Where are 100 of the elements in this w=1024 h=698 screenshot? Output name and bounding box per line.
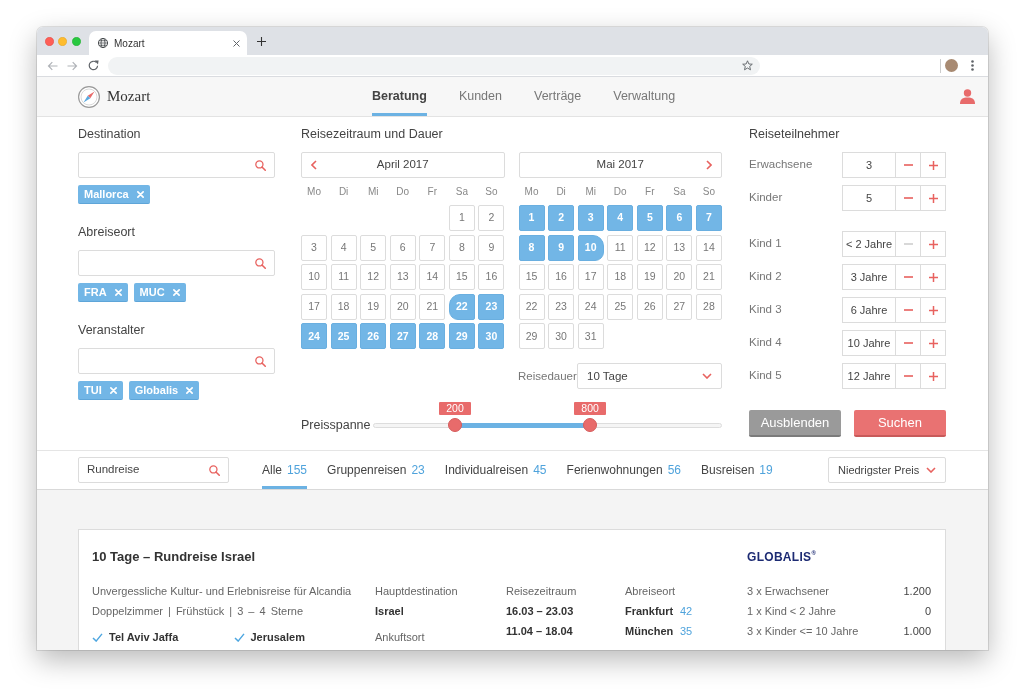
search-field[interactable]: [78, 152, 275, 178]
browser-tab[interactable]: Mozart: [89, 31, 247, 55]
chevron-left-icon[interactable]: [311, 160, 317, 170]
count-field[interactable]: < 2 Jahre: [842, 231, 896, 257]
increment-button[interactable]: [921, 363, 946, 389]
decrement-button[interactable]: [896, 264, 921, 290]
calendar-day[interactable]: 24: [577, 293, 604, 320]
calendar-day[interactable]: 27: [666, 293, 693, 320]
departure-count[interactable]: 35: [680, 625, 693, 637]
remove-icon[interactable]: [172, 288, 180, 296]
close-icon[interactable]: [233, 39, 240, 47]
calendar-day[interactable]: 26: [636, 293, 663, 320]
decrement-button[interactable]: [896, 363, 921, 389]
category-tab[interactable]: Gruppenreisen 23: [327, 451, 425, 489]
decrement-button[interactable]: [896, 185, 921, 211]
duration-select[interactable]: 10 Tage: [577, 363, 722, 390]
nav-tab[interactable]: Beratung: [372, 77, 427, 116]
calendar-day[interactable]: 17: [577, 264, 604, 291]
search-button[interactable]: Suchen: [854, 410, 946, 437]
category-tab[interactable]: Individualreisen 45: [444, 451, 547, 489]
count-field[interactable]: 6 Jahre: [842, 297, 896, 323]
hide-button[interactable]: Ausblenden: [749, 410, 841, 437]
calendar-day[interactable]: 6: [389, 234, 416, 261]
count-field[interactable]: 3: [842, 152, 896, 178]
increment-button[interactable]: [921, 264, 946, 290]
calendar-day[interactable]: 23: [548, 293, 575, 320]
calendar-day[interactable]: 8: [448, 234, 475, 261]
slider-thumb[interactable]: [448, 418, 462, 433]
calendar-day[interactable]: 14: [419, 264, 446, 291]
forward-icon[interactable]: [66, 60, 78, 71]
calendar-day[interactable]: 4: [330, 234, 357, 261]
count-field[interactable]: 12 Jahre: [842, 363, 896, 389]
slider-thumb[interactable]: [583, 418, 598, 433]
increment-button[interactable]: [921, 231, 946, 257]
increment-button[interactable]: [921, 297, 946, 323]
calendar-day[interactable]: 12: [360, 264, 387, 291]
reload-icon[interactable]: [87, 60, 99, 71]
search-field[interactable]: [78, 250, 275, 276]
count-field[interactable]: 5: [842, 185, 896, 211]
calendar-day[interactable]: 13: [389, 264, 416, 291]
calendar-day[interactable]: 14: [695, 234, 722, 261]
calendar-day[interactable]: 28: [695, 293, 722, 320]
calendar-day[interactable]: 5: [360, 234, 387, 261]
calendar-day[interactable]: 20: [389, 293, 416, 320]
calendar-day[interactable]: 31: [577, 323, 604, 350]
search-icon[interactable]: [209, 464, 220, 476]
window-maximize-icon[interactable]: [71, 36, 81, 46]
calendar-day[interactable]: 11: [607, 234, 634, 261]
calendar-day[interactable]: 21: [419, 293, 446, 320]
decrement-button[interactable]: [896, 330, 921, 356]
calendar-day[interactable]: 3: [301, 234, 328, 261]
bookmark-star-icon[interactable]: [742, 60, 753, 71]
search-field[interactable]: Rundreise: [78, 457, 229, 483]
calendar-day[interactable]: 18: [607, 264, 634, 291]
nav-tab[interactable]: Verträge: [534, 77, 582, 116]
calendar-day[interactable]: 2: [478, 205, 505, 231]
calendar-day[interactable]: 29: [518, 323, 545, 350]
calendar-day[interactable]: 20: [666, 264, 693, 291]
calendar-day[interactable]: 13: [666, 234, 693, 261]
calendar-day[interactable]: 15: [518, 264, 545, 291]
remove-icon[interactable]: [186, 386, 194, 394]
search-icon[interactable]: [255, 257, 266, 269]
more-menu-icon[interactable]: [970, 60, 974, 71]
calendar-day[interactable]: 22: [518, 293, 545, 320]
departure-count[interactable]: 42: [680, 605, 693, 617]
search-field[interactable]: [78, 348, 275, 374]
count-field[interactable]: 10 Jahre: [842, 330, 896, 356]
nav-tab[interactable]: Kunden: [458, 77, 502, 116]
calendar-day[interactable]: 15: [448, 264, 475, 291]
decrement-button[interactable]: [896, 297, 921, 323]
sort-select[interactable]: Niedrigster Preis: [828, 457, 946, 483]
address-field[interactable]: [108, 56, 760, 75]
new-tab-icon[interactable]: [257, 36, 266, 46]
calendar-day[interactable]: 16: [478, 264, 505, 291]
profile-avatar-icon[interactable]: [944, 59, 958, 72]
calendar-day[interactable]: 17: [301, 293, 328, 320]
calendar-day[interactable]: 11: [330, 264, 357, 291]
remove-icon[interactable]: [109, 386, 117, 394]
increment-button[interactable]: [921, 330, 946, 356]
count-field[interactable]: 3 Jahre: [842, 264, 896, 290]
category-tab[interactable]: Ferienwohnungen 56: [566, 451, 681, 489]
calendar-day[interactable]: 1: [448, 205, 475, 231]
chevron-right-icon[interactable]: [706, 160, 712, 170]
category-tab[interactable]: Busreisen 19: [701, 451, 773, 489]
remove-icon[interactable]: [114, 288, 122, 296]
calendar-day[interactable]: 16: [548, 264, 575, 291]
back-icon[interactable]: [46, 60, 58, 71]
calendar-day[interactable]: 21: [695, 264, 722, 291]
nav-tab[interactable]: Verwaltung: [613, 77, 676, 116]
increment-button[interactable]: [921, 152, 946, 178]
calendar-day[interactable]: 7: [419, 234, 446, 261]
calendar-day[interactable]: 25: [607, 293, 634, 320]
calendar-day[interactable]: 18: [330, 293, 357, 320]
search-icon[interactable]: [255, 159, 266, 171]
remove-icon[interactable]: [136, 190, 144, 198]
search-icon[interactable]: [255, 355, 266, 367]
calendar-day[interactable]: 9: [478, 234, 505, 261]
window-close-icon[interactable]: [44, 36, 54, 46]
calendar-day[interactable]: 12: [636, 234, 663, 261]
calendar-day[interactable]: 19: [636, 264, 663, 291]
